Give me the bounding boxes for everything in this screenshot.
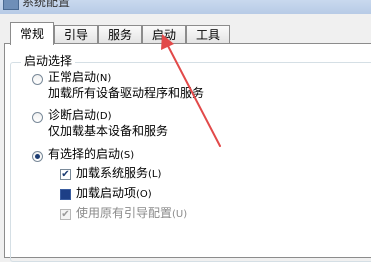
use-original-boot-config-checkbox: ✔ [60, 209, 71, 220]
load-startup-items-checkbox[interactable] [60, 189, 71, 200]
load-system-services-checkbox[interactable]: ✔ [60, 169, 71, 180]
selective-startup-radio[interactable] [32, 151, 43, 162]
tab-boot[interactable]: 引导 [54, 25, 98, 43]
load-system-services-key: (L) [148, 169, 162, 180]
diagnostic-startup-description: 仅加载基本设备和服务 [48, 124, 169, 138]
selective-startup-key: (S) [120, 150, 135, 161]
selective-startup-label: 有选择的启动 [48, 147, 121, 161]
startup-selection-label: 启动选择 [21, 53, 76, 69]
diagnostic-startup-key: (D) [96, 111, 112, 122]
tab-bar: 常规 引导 服务 启动 工具 [0, 22, 371, 45]
use-original-boot-config-key: (U) [172, 209, 188, 220]
load-system-services-label: 加载系统服务 [76, 166, 149, 180]
use-original-boot-config-option: 使用原有引导配置(U) [76, 205, 187, 223]
window-title: 系统配置 [22, 0, 71, 9]
diagnostic-startup-label: 诊断启动 [48, 108, 97, 122]
diagnostic-startup-radio[interactable] [32, 112, 43, 123]
selective-startup-option[interactable]: 有选择的启动(S) [48, 146, 134, 164]
normal-startup-radio[interactable] [32, 74, 43, 85]
load-startup-items-label: 加载启动项 [76, 186, 137, 200]
tab-services[interactable]: 服务 [98, 25, 142, 43]
tab-general[interactable]: 常规 [10, 22, 54, 45]
normal-startup-label: 正常启动 [48, 70, 97, 84]
use-original-boot-config-label: 使用原有引导配置 [76, 206, 173, 220]
tab-startup[interactable]: 启动 [142, 25, 186, 43]
normal-startup-key: (N) [96, 73, 112, 84]
title-bar: 系统配置 [0, 0, 371, 14]
load-system-services-option[interactable]: 加载系统服务(L) [76, 165, 161, 183]
normal-startup-description: 加载所有设备驱动程序和服务 [48, 86, 205, 100]
load-startup-items-key: (O) [136, 189, 152, 200]
tab-tools[interactable]: 工具 [186, 25, 230, 43]
system-config-icon [3, 0, 19, 10]
load-startup-items-option[interactable]: 加载启动项(O) [76, 185, 152, 203]
